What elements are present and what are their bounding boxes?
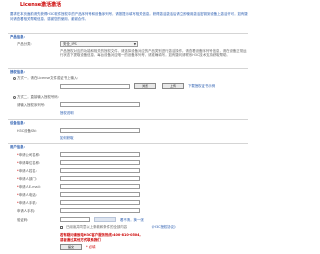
name-input[interactable] [60, 168, 140, 173]
product-type-label: 产品分类: [17, 42, 32, 46]
user-section-heading: 用户信息: [10, 145, 25, 149]
option1-radio[interactable] [13, 77, 16, 80]
product-type-value: 安全_IPS [63, 42, 77, 46]
license-file-input[interactable] [60, 84, 130, 89]
unit-input[interactable] [60, 160, 140, 165]
submit-button[interactable]: 提交 [60, 244, 82, 250]
device-sn-label: H3C设备SN: [17, 129, 37, 133]
page-title: License激活激活 [20, 2, 62, 8]
mobile-2-input[interactable] [60, 208, 140, 213]
notice-line-1: 若有疑问请致电H3C客户服务热线:400-810-0504, [60, 233, 141, 237]
option1-label: 方式一，请在License文件或证书上输入: [17, 76, 79, 80]
device-section-heading: 设备信息: [10, 121, 25, 125]
field-label-mobile: *申请人手机: [17, 201, 37, 205]
captcha-refresh-link[interactable]: 看不清，换一张 [120, 218, 144, 222]
license-section-heading: 授权信息: [10, 70, 25, 74]
mobile-input[interactable] [60, 200, 140, 205]
phone-input[interactable] [60, 192, 140, 197]
license-help-link[interactable]: 授权说明 [60, 111, 74, 115]
license-serial-label: 请输入授权序列号: [17, 103, 46, 107]
agreement-text: 已阅读并同意以上条款和条件的全部内容 [66, 225, 128, 229]
captcha-input[interactable] [60, 217, 90, 222]
divider [8, 33, 248, 34]
email-input[interactable] [60, 184, 140, 189]
captcha-image [94, 217, 116, 222]
field-label-mobile-2: 申请人手机: [17, 209, 36, 213]
field-label-department: *申请人部门: [17, 177, 37, 181]
notice-line-2: 或者通过其他方式联系我们 [60, 238, 101, 242]
license-serial-input[interactable] [60, 102, 140, 107]
divider [8, 68, 248, 69]
upload-button[interactable]: 上传 [162, 83, 184, 89]
department-input[interactable] [60, 176, 140, 181]
product-section-heading: 产品信息: [10, 35, 25, 39]
option2-label: 方式二，直接输入授权号码: [17, 95, 59, 99]
product-type-select[interactable]: 安全_IPS ▼ [60, 41, 138, 47]
captcha-label: 验证码: [17, 218, 29, 222]
agreement-checkbox[interactable] [60, 226, 63, 229]
option2-radio[interactable] [13, 96, 16, 99]
agreement-link[interactable]: 《H3C授权协议》 [150, 225, 177, 229]
device-help-link[interactable]: 如何获取 [60, 136, 74, 140]
divider [8, 143, 248, 144]
field-label-company: *申请公司名称: [17, 153, 41, 157]
field-label-email: *申请人E-mail: [17, 185, 41, 189]
device-sn-input[interactable] [60, 128, 140, 133]
required-note: * 必填 [86, 245, 96, 249]
divider [8, 119, 248, 120]
field-label-name: *申请人姓名: [17, 169, 37, 173]
field-label-phone: *申请人电话: [17, 193, 37, 197]
product-description: 产品授权对应的功能和相关的授权文件，请选择设备对应的产品类别进行激活操作。请查看… [60, 49, 247, 58]
chevron-down-icon: ▼ [133, 42, 136, 46]
download-sample-link[interactable]: 下载授权证书示例 [188, 84, 215, 88]
intro-text: 要求在本页面前请先获得H3C软件授权中的产品序列号和设备序列号，请按提示填写相关… [10, 12, 248, 21]
field-label-unit: *申请单位名称: [17, 161, 41, 165]
browse-button[interactable]: 浏览 [134, 83, 156, 89]
company-input[interactable] [60, 152, 140, 157]
